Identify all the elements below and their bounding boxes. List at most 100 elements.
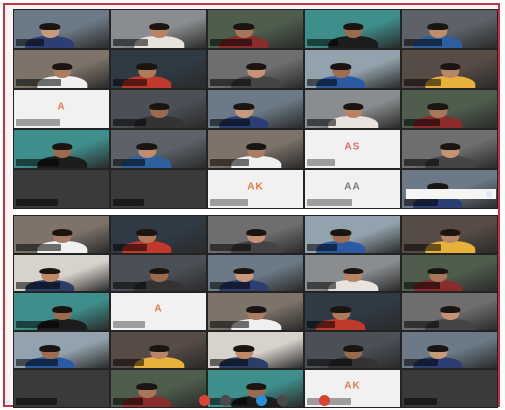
end-call-icon[interactable]: [319, 395, 330, 406]
avatar-initials: AS: [344, 141, 361, 153]
video-tile[interactable]: [208, 331, 303, 369]
participant-grid-lower: A AK: [13, 215, 498, 408]
participant-figure: [328, 103, 379, 128]
avatar-tile[interactable]: AK: [208, 170, 303, 208]
avatar-initials: AK: [344, 380, 361, 392]
video-tile[interactable]: [402, 50, 497, 88]
participant-name-tag: [307, 320, 335, 328]
participant-name-tag: [307, 79, 337, 86]
participant-name-tag: [16, 320, 59, 328]
participant-name-tag: [113, 243, 147, 251]
participant-name-tag: [113, 159, 145, 166]
video-tile[interactable]: [111, 130, 206, 168]
participant-name-tag: [404, 39, 442, 46]
video-tile[interactable]: [111, 90, 206, 128]
video-tile[interactable]: [305, 50, 400, 88]
participant-figure: [328, 267, 379, 292]
video-tile[interactable]: [111, 254, 206, 292]
video-tile[interactable]: [305, 254, 400, 292]
video-tile[interactable]: [14, 170, 109, 208]
participant-name-tag: [113, 282, 146, 290]
participant-name-tag: [210, 39, 252, 46]
video-tile[interactable]: [111, 50, 206, 88]
participant-grid-upper: A AS AK AA: [13, 9, 498, 209]
video-tile[interactable]: [402, 10, 497, 48]
video-tile[interactable]: [402, 293, 497, 330]
video-tile[interactable]: [208, 10, 303, 48]
participant-name-tag: [210, 320, 249, 328]
video-tile[interactable]: [208, 293, 303, 330]
camera-icon[interactable]: [220, 395, 231, 406]
participant-name-tag: [113, 119, 146, 126]
video-tile[interactable]: [208, 50, 303, 88]
mic-icon[interactable]: [199, 395, 210, 406]
video-tile[interactable]: [402, 254, 497, 292]
video-tile[interactable]: [111, 10, 206, 48]
participant-name-tag: [404, 243, 441, 251]
video-tile[interactable]: [14, 216, 109, 253]
participant-name-tag: [113, 320, 145, 328]
video-tile[interactable]: [305, 10, 400, 48]
participant-name-tag: [404, 159, 439, 166]
avatar-initials: AA: [344, 181, 361, 193]
participant-name-tag: [307, 199, 352, 206]
video-tile[interactable]: [14, 293, 109, 330]
video-tile[interactable]: [14, 130, 109, 168]
video-tile[interactable]: [208, 90, 303, 128]
participant-name-tag: [113, 79, 147, 86]
avatar-tile[interactable]: A: [14, 90, 109, 128]
video-tile[interactable]: [402, 90, 497, 128]
video-tile[interactable]: [111, 216, 206, 253]
popup-chip: [486, 191, 492, 197]
participant-name-tag: [210, 79, 251, 86]
participant-name-tag: [16, 282, 60, 290]
video-tile[interactable]: [14, 50, 109, 88]
video-tile[interactable]: [208, 216, 303, 253]
participant-name-tag: [210, 159, 249, 166]
participant-name-tag: [16, 359, 58, 367]
participant-name-tag: [307, 359, 352, 367]
video-tile[interactable]: [208, 130, 303, 168]
participant-name-tag: [16, 159, 59, 166]
video-tile[interactable]: [208, 254, 303, 292]
participant-name-tag: [404, 320, 439, 328]
avatar-initials: AK: [247, 181, 264, 193]
video-tile[interactable]: [111, 331, 206, 369]
participant-name-tag: [210, 119, 250, 126]
video-tile[interactable]: [14, 10, 109, 48]
video-tile[interactable]: [14, 254, 109, 292]
participant-name-tag: [404, 79, 441, 86]
video-tile[interactable]: [14, 331, 109, 369]
participant-name-tag: [307, 243, 337, 251]
participant-name-tag: [307, 39, 338, 46]
participant-name-tag: [16, 79, 61, 86]
participant-name-tag: [16, 199, 58, 206]
video-tile[interactable]: [305, 90, 400, 128]
participant-name-tag: [404, 282, 440, 290]
participant-name-tag: [404, 119, 440, 126]
participant-name-tag: [307, 119, 336, 126]
video-tile[interactable]: [305, 216, 400, 253]
avatar-tile[interactable]: AA: [305, 170, 400, 208]
participant-name-tag: [404, 359, 438, 367]
participant-name-tag: [16, 119, 60, 126]
share-icon[interactable]: [256, 395, 267, 406]
video-conference-screenshot: A AS AK AA A AK: [13, 9, 498, 408]
avatar-tile[interactable]: A: [111, 293, 206, 330]
participant-name-popup: [406, 189, 496, 199]
more-icon[interactable]: [277, 395, 288, 406]
video-tile[interactable]: [111, 170, 206, 208]
participant-name-tag: [210, 199, 248, 206]
video-tile[interactable]: [305, 293, 400, 330]
participant-name-tag: [113, 359, 144, 367]
participant-name-tag: [16, 243, 61, 251]
meeting-toolbar: [13, 392, 498, 408]
video-tile[interactable]: [305, 331, 400, 369]
participant-name-tag: [16, 39, 44, 46]
video-tile[interactable]: [402, 216, 497, 253]
video-tile[interactable]: [402, 130, 497, 168]
video-tile[interactable]: [402, 331, 497, 369]
avatar-tile[interactable]: AS: [305, 130, 400, 168]
participant-name-tag: [210, 243, 251, 251]
participant-name-tag: [113, 199, 144, 206]
